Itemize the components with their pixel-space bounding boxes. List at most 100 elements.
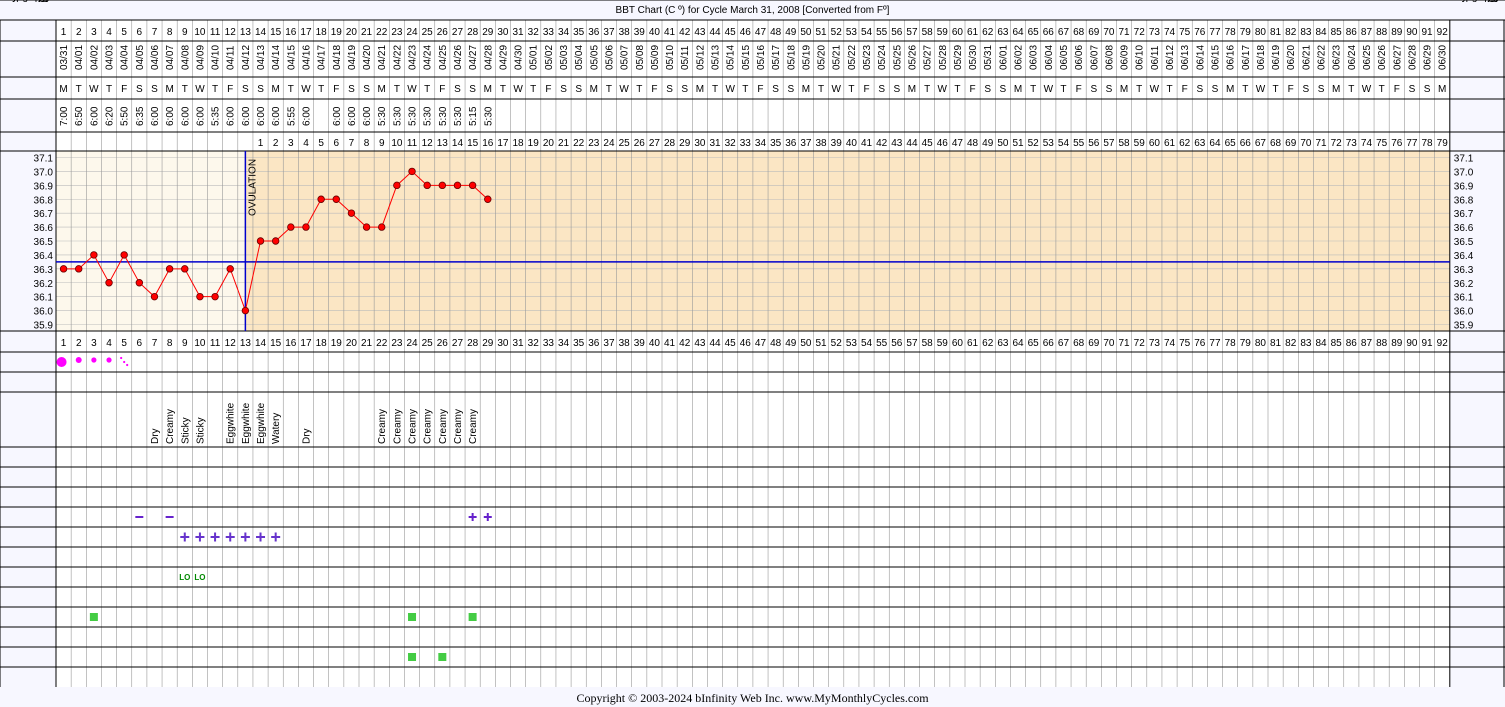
cycle-day-number: 59 xyxy=(937,338,949,349)
cycle-day-number: 48 xyxy=(770,338,782,349)
copyright-text: Copyright © 2003-2024 bInfinity Web Inc.… xyxy=(576,691,929,705)
dpo-number: 3 xyxy=(288,138,294,149)
weekday-label: W xyxy=(831,84,841,95)
time-label: 5:30 xyxy=(483,106,494,126)
cycle-day-number: 9 xyxy=(182,338,188,349)
dpo-number: 47 xyxy=(952,138,964,149)
cycle-day-number: 24 xyxy=(406,338,418,349)
cycle-day-number: 27 xyxy=(452,27,464,38)
weekday-label: S xyxy=(575,84,582,95)
dpo-number: 21 xyxy=(558,138,570,149)
weekday-label: T xyxy=(1379,84,1385,95)
cycle-day-number: 43 xyxy=(694,338,706,349)
cycle-day-number: 88 xyxy=(1376,338,1388,349)
cycle-day-number: 12 xyxy=(225,338,237,349)
time-label: 6:50 xyxy=(74,106,85,126)
date-label: 04/12 xyxy=(241,45,252,70)
dpo-number: 20 xyxy=(543,138,555,149)
weekday-label: F xyxy=(651,84,657,95)
cycle-day-number: 25 xyxy=(422,27,434,38)
period-mark xyxy=(91,357,97,363)
date-label: 04/25 xyxy=(438,45,449,70)
cycle-day-number: 39 xyxy=(634,27,646,38)
weekday-label: T xyxy=(424,84,430,95)
weekday-label: W xyxy=(619,84,629,95)
date-label: 04/07 xyxy=(165,45,176,70)
y-tick-label-right: 36.8 xyxy=(1454,195,1474,206)
temperature-point xyxy=(317,195,325,203)
weekday-label: S xyxy=(984,84,991,95)
date-label: 06/02 xyxy=(1014,45,1025,70)
weekday-label: W xyxy=(301,84,311,95)
cycle-day-number: 72 xyxy=(1134,27,1146,38)
date-label: 04/08 xyxy=(180,45,191,70)
date-label: 05/22 xyxy=(847,45,858,70)
weekday-label: W xyxy=(1362,84,1372,95)
cycle-day-number: 50 xyxy=(800,338,812,349)
date-label: 04/02 xyxy=(89,45,100,70)
date-label: 04/14 xyxy=(271,45,282,70)
dpo-number: 22 xyxy=(573,138,585,149)
date-label: 04/05 xyxy=(135,45,146,70)
date-label: 05/11 xyxy=(680,45,691,70)
temperature-point xyxy=(75,265,83,273)
weekday-label: S xyxy=(1303,84,1310,95)
cycle-day-number: 89 xyxy=(1391,338,1403,349)
dpo-number: 50 xyxy=(997,138,1009,149)
weekday-label: W xyxy=(1044,84,1054,95)
temperature-point xyxy=(393,181,401,190)
date-label: 06/12 xyxy=(1165,45,1176,70)
cycle-day-number: 45 xyxy=(725,338,737,349)
dpo-number: 25 xyxy=(619,138,631,149)
date-label: 04/27 xyxy=(468,45,479,70)
cycle-day-number: 8 xyxy=(167,338,173,349)
cycle-day-number: 28 xyxy=(467,27,479,38)
cycle-day-number: 26 xyxy=(437,27,449,38)
cycle-day-number: 10 xyxy=(194,338,206,349)
dpo-number: 60 xyxy=(1149,138,1161,149)
cycle-day-number: 4 xyxy=(106,27,112,38)
cycle-day-number: 24 xyxy=(406,27,418,38)
dpo-number: 67 xyxy=(1255,138,1267,149)
weekday-label: S xyxy=(1090,84,1097,95)
temperature-point xyxy=(408,167,416,176)
time-label: 6:00 xyxy=(241,106,252,126)
cycle-day-number: 81 xyxy=(1270,27,1282,38)
cycle-day-number: 74 xyxy=(1164,27,1176,38)
weekday-label: T xyxy=(500,84,506,95)
fertmon-label: LO xyxy=(179,573,190,582)
time-label: 6:00 xyxy=(150,106,161,126)
weekday-label: M xyxy=(1226,84,1234,95)
temperature-point xyxy=(196,292,204,301)
weekday-label: T xyxy=(318,84,324,95)
date-label: 05/27 xyxy=(923,45,934,70)
weekday-label: T xyxy=(606,84,612,95)
date-label: 05/28 xyxy=(938,45,949,70)
weekday-label: S xyxy=(1000,84,1007,95)
cerv-fluid-label: Creamy xyxy=(377,409,388,444)
weekday-label: F xyxy=(121,84,127,95)
dpo-number: 30 xyxy=(694,138,706,149)
time-label: 5:30 xyxy=(438,106,449,126)
cycle-day-number: 8 xyxy=(167,27,173,38)
dpo-number: 71 xyxy=(1315,138,1327,149)
cycle-day-number: 35 xyxy=(573,338,585,349)
cycle-day-number: 92 xyxy=(1437,338,1449,349)
y-tick-label-left: 36.3 xyxy=(34,265,54,276)
weekday-label: T xyxy=(742,84,748,95)
cycle-day-number: 41 xyxy=(664,27,676,38)
dpo-number: 24 xyxy=(603,138,615,149)
cerv-fluid-label: Sticky xyxy=(195,417,206,444)
cycle-day-number: 28 xyxy=(467,338,479,349)
date-label: 05/23 xyxy=(862,45,873,70)
y-tick-label-right: 37.0 xyxy=(1454,167,1474,178)
dpo-number: 74 xyxy=(1361,138,1373,149)
dpo-number: 58 xyxy=(1119,138,1131,149)
cycle-day-number: 51 xyxy=(816,27,828,38)
date-label: 06/18 xyxy=(1256,45,1267,70)
dpo-number: 16 xyxy=(482,138,494,149)
weekday-label: T xyxy=(288,84,294,95)
cycle-day-number: 91 xyxy=(1422,27,1434,38)
dpo-number: 28 xyxy=(664,138,676,149)
dpo-number: 39 xyxy=(831,138,843,149)
